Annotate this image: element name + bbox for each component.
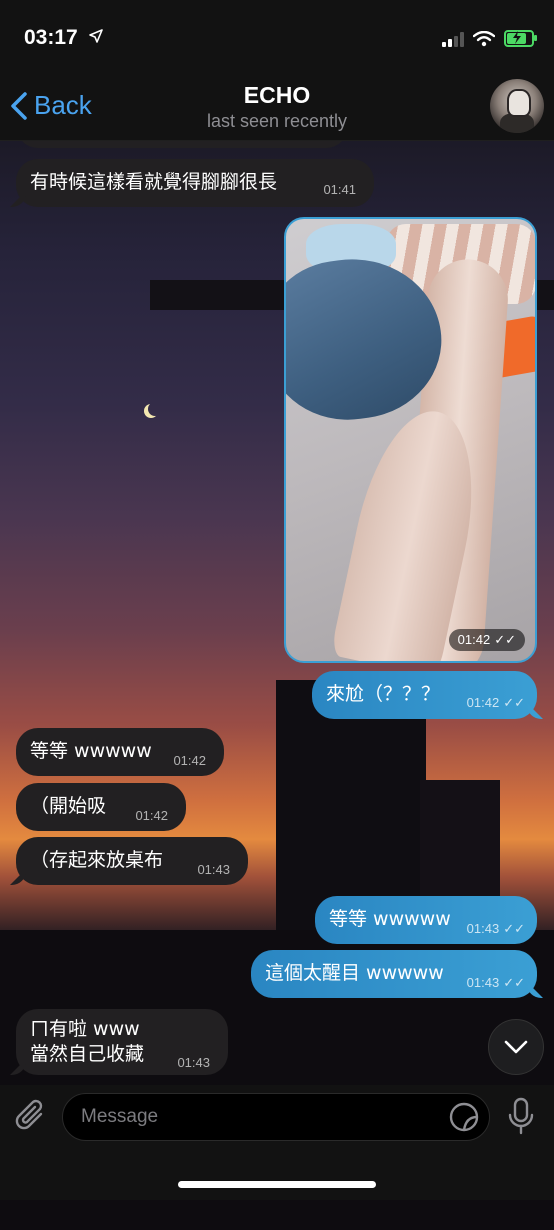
microphone-icon[interactable] <box>506 1096 536 1136</box>
chat-title[interactable]: ECHO <box>0 82 554 109</box>
battery-charging-icon <box>504 30 537 47</box>
message-text: （開始吸 <box>30 795 107 817</box>
location-arrow-icon <box>89 28 103 47</box>
message-list[interactable]: 有時候這樣看就覺得腳腳很長 01:41 01:42 ✓✓ 來尬（？？？ 01:42… <box>0 126 554 1085</box>
message-time: 01:43 <box>177 1055 210 1070</box>
chat-header: Back ECHO last seen recently <box>0 74 554 141</box>
message-text: （存起來放桌布 <box>30 849 164 871</box>
status-indicators <box>442 30 537 47</box>
message-time: 01:43 ✓✓ <box>466 975 525 990</box>
photo-timestamp: 01:42 ✓✓ <box>448 629 525 651</box>
message-text: 等等 wwwww <box>30 740 152 762</box>
message-text: 等等 wwwww <box>329 908 451 930</box>
home-indicator[interactable] <box>178 1181 376 1188</box>
cellular-signal-icon <box>442 31 464 47</box>
message-time: 01:42 <box>173 753 206 768</box>
chevron-down-icon <box>504 1040 528 1054</box>
double-check-icon: ✓✓ <box>503 921 525 936</box>
message-text: 這個太醒目 wwwww <box>265 962 444 984</box>
double-check-icon: ✓✓ <box>503 975 525 990</box>
paperclip-icon[interactable] <box>14 1097 50 1135</box>
chat-status: last seen recently <box>206 111 348 131</box>
message-outgoing[interactable]: 等等 wwwww 01:43 ✓✓ <box>315 896 537 944</box>
message-text: ㄇ有啦 www <box>30 1018 140 1040</box>
scroll-to-bottom-button[interactable] <box>488 1019 544 1075</box>
message-time: 01:42 <box>135 808 168 823</box>
wifi-icon <box>473 30 495 46</box>
message-outgoing[interactable]: 這個太醒目 wwwww 01:43 ✓✓ <box>251 950 537 998</box>
message-time: 01:43 ✓✓ <box>466 921 525 936</box>
message-composer <box>0 1085 554 1200</box>
message-photo[interactable]: 01:42 ✓✓ <box>284 217 537 663</box>
message-incoming[interactable]: （存起來放桌布 01:43 <box>16 837 248 885</box>
avatar[interactable] <box>490 79 544 133</box>
status-time: 03:17 <box>24 26 78 49</box>
message-incoming[interactable]: （開始吸 01:42 <box>16 783 186 831</box>
double-check-icon: ✓✓ <box>494 632 516 647</box>
message-input[interactable] <box>62 1093 490 1141</box>
message-outgoing[interactable]: 來尬（？？？ 01:42 ✓✓ <box>312 671 537 719</box>
message-incoming[interactable]: 等等 wwwww 01:42 <box>16 728 224 776</box>
sticker-icon[interactable] <box>448 1101 480 1133</box>
message-time: 01:41 <box>323 182 356 197</box>
message-text: 來尬（？？？ <box>326 683 441 705</box>
status-bar: 03:17 <box>0 0 554 74</box>
double-check-icon: ✓✓ <box>503 695 525 710</box>
message-time: 01:42 <box>457 632 491 647</box>
message-text: 有時候這樣看就覺得腳腳很長 <box>30 171 278 193</box>
message-time: 01:43 <box>197 862 230 877</box>
message-incoming[interactable]: ㄇ有啦 www 當然自己收藏 01:43 <box>16 1009 228 1075</box>
message-time: 01:42 ✓✓ <box>466 695 525 710</box>
message-incoming[interactable]: 有時候這樣看就覺得腳腳很長 01:41 <box>16 159 374 207</box>
